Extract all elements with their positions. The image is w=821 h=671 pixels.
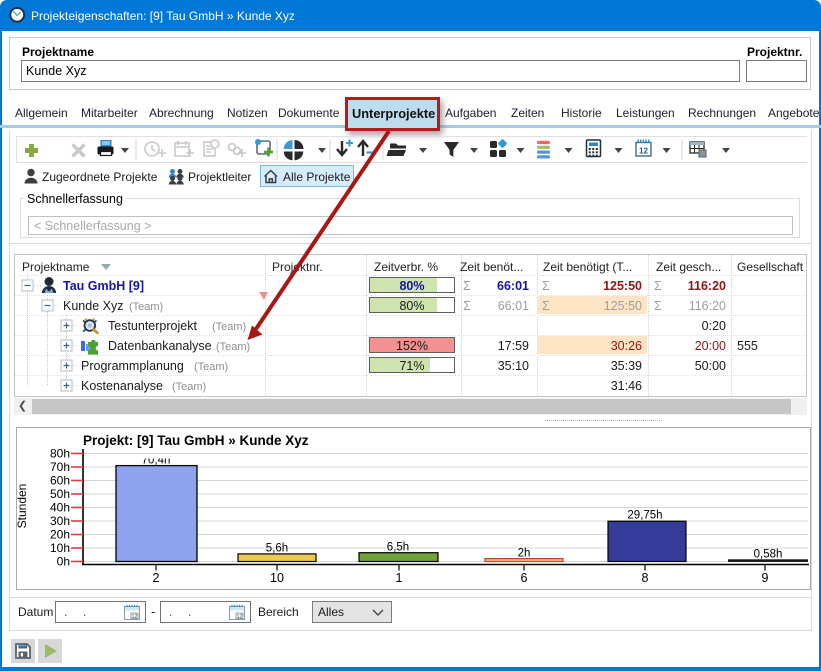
svg-text:1: 1 — [396, 571, 403, 585]
svg-text:Stunden: Stunden — [16, 484, 29, 529]
svg-text:2: 2 — [153, 571, 160, 585]
svg-text:29,75h: 29,75h — [627, 510, 662, 522]
svg-text:70h: 70h — [50, 460, 70, 474]
svg-text:2h: 2h — [518, 548, 531, 560]
svg-text:20h: 20h — [50, 528, 70, 542]
svg-text:6,5h: 6,5h — [387, 542, 409, 554]
svg-text:9: 9 — [762, 571, 769, 585]
svg-text:0h: 0h — [57, 555, 70, 569]
svg-text:5,6h: 5,6h — [266, 543, 288, 555]
svg-text:80h: 80h — [50, 447, 70, 461]
svg-text:10: 10 — [270, 571, 284, 585]
svg-text:60h: 60h — [50, 474, 70, 488]
svg-text:12: 12 — [131, 614, 137, 620]
svg-text:8: 8 — [642, 571, 649, 585]
svg-text:40h: 40h — [50, 501, 70, 515]
svg-text:0,58h: 0,58h — [754, 549, 783, 561]
svg-text:10h: 10h — [50, 541, 70, 555]
svg-text:12: 12 — [236, 614, 242, 620]
svg-text:6: 6 — [521, 571, 528, 585]
svg-text:50h: 50h — [50, 487, 70, 501]
svg-text:30h: 30h — [50, 514, 70, 528]
